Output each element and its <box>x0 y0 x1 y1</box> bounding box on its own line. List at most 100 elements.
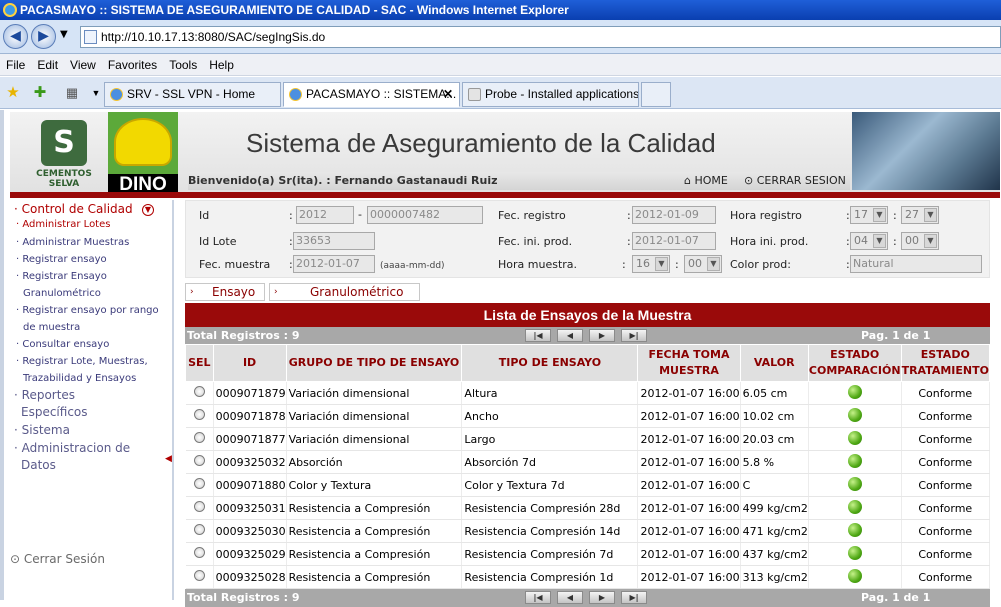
green-status-icon <box>847 568 862 583</box>
menu-help[interactable]: Help <box>203 54 240 76</box>
row-select[interactable] <box>185 496 214 520</box>
url-input[interactable]: http://10.10.17.13:8080/SAC/segIngSis.do <box>80 26 1001 48</box>
sample-form: Id : 2012 - 0000007482 Fec. registro : 2… <box>185 200 990 278</box>
menu-view[interactable]: View <box>64 54 102 76</box>
last-page-button[interactable]: ▶| <box>621 329 647 342</box>
quick-tabs-icon[interactable]: ▦ <box>62 83 82 103</box>
tab-pacasmayo[interactable]: PACASMAYO :: SISTEMA... ✕ <box>283 82 460 107</box>
cell-grupo: Resistencia a Compresión <box>286 542 463 566</box>
radio-button[interactable] <box>193 409 205 420</box>
tab-probe[interactable]: Probe - Installed applications <box>462 82 639 107</box>
sidebar-sistema[interactable]: · Sistema <box>14 423 70 437</box>
sidebar-item-registrar-lote[interactable]: · Registrar Lote, Muestras, <box>16 353 148 370</box>
first-page-button[interactable]: |◀ <box>525 329 551 342</box>
logout-link[interactable]: ⊙ CERRAR SESION <box>744 172 846 190</box>
sidebar-item-registrar-granulometrico-cont[interactable]: Granulométrico <box>23 285 101 302</box>
table-row[interactable]: 0009071877 Variación dimensional Largo 2012… <box>185 427 991 451</box>
sidebar-item-registrar-lote-cont[interactable]: Trazabilidad y Ensayos <box>23 370 136 387</box>
ie-page-icon <box>110 88 123 101</box>
last-page-button[interactable]: ▶| <box>621 591 647 604</box>
sidebar-item-registrar-ensayo[interactable]: · Registrar ensayo <box>16 251 107 268</box>
sidebar-reportes-cont[interactable]: Específicos <box>21 405 88 419</box>
radio-button[interactable] <box>193 455 205 466</box>
tab-granulometrico[interactable]: › Granulométrico <box>269 283 420 301</box>
forward-button[interactable]: ▶ <box>31 24 56 49</box>
first-page-button[interactable]: |◀ <box>525 591 551 604</box>
menu-tools[interactable]: Tools <box>163 54 203 76</box>
prev-page-button[interactable]: ◀ <box>557 329 583 342</box>
table-row[interactable]: 0009325032 Absorción Absorción 7d 2012-01-0… <box>185 450 991 474</box>
table-row[interactable]: 0009325028 Resistencia a Compresión Resist… <box>185 565 991 589</box>
sidebar-item-registrar-rango[interactable]: · Registrar ensayo por rango <box>16 302 159 319</box>
menu-favorites[interactable]: Favorites <box>102 54 163 76</box>
sidebar-item-administrar-lotes[interactable]: · Administrar Lotes <box>16 216 110 233</box>
cell-tipo: Resistencia Compresión 1d <box>461 565 639 589</box>
tab-list-dropdown-icon[interactable]: ▼ <box>86 83 106 103</box>
cell-id: 0009325030 <box>213 519 287 543</box>
cell-estado-comparacion <box>808 473 902 497</box>
history-dropdown-icon[interactable]: ▼ <box>60 29 68 40</box>
hora-ini-m-select[interactable]: 00 ▼ <box>901 232 939 250</box>
row-select[interactable] <box>185 565 214 589</box>
next-page-button[interactable]: ▶ <box>589 329 615 342</box>
cell-grupo: Resistencia a Compresión <box>286 496 463 520</box>
radio-button[interactable] <box>193 501 205 512</box>
sidebar-item-registrar-rango-cont[interactable]: de muestra <box>23 319 80 336</box>
table-row[interactable]: 0009325031 Resistencia a Compresión Resist… <box>185 496 991 520</box>
hora-muestra-h-select[interactable]: 16 ▼ <box>632 255 670 273</box>
table-row[interactable]: 0009071878 Variación dimensional Ancho 2012… <box>185 404 991 428</box>
radio-button[interactable] <box>193 524 205 535</box>
row-select[interactable] <box>185 404 214 428</box>
radio-button[interactable] <box>193 478 205 489</box>
radio-button[interactable] <box>193 547 205 558</box>
row-select[interactable] <box>185 542 214 566</box>
sidebar-collapse-arrow-icon[interactable]: ◀ <box>165 454 172 464</box>
row-select[interactable] <box>185 473 214 497</box>
back-button[interactable]: ◀ <box>3 24 28 49</box>
radio-button[interactable] <box>193 386 205 397</box>
collapse-icon[interactable]: ▼ <box>142 204 154 216</box>
row-select[interactable] <box>185 381 214 405</box>
id-number-field[interactable]: 0000007482 <box>367 206 483 224</box>
fec-ini-field[interactable]: 2012-01-07 <box>632 232 716 250</box>
menu-edit[interactable]: Edit <box>31 54 64 76</box>
row-select[interactable] <box>185 450 214 474</box>
tab-srv-vpn[interactable]: SRV - SSL VPN - Home <box>104 82 281 107</box>
home-link[interactable]: ⌂ HOME <box>684 172 728 190</box>
table-row[interactable]: 0009325029 Resistencia a Compresión Resist… <box>185 542 991 566</box>
prev-page-button[interactable]: ◀ <box>557 591 583 604</box>
radio-button[interactable] <box>193 570 205 581</box>
row-select[interactable] <box>185 519 214 543</box>
color-field[interactable]: Natural <box>850 255 982 273</box>
table-row[interactable]: 0009071880 Color y Textura Color y Textura… <box>185 473 991 497</box>
cerrar-sesion-link[interactable]: ⊙ Cerrar Sesión <box>10 552 105 566</box>
sidebar-item-registrar-granulometrico[interactable]: · Registrar Ensayo <box>16 268 107 285</box>
hora-muestra-m-select[interactable]: 00 ▼ <box>684 255 722 273</box>
menu-file[interactable]: File <box>0 54 31 76</box>
row-select[interactable] <box>185 427 214 451</box>
hora-ini-h-select[interactable]: 04 ▼ <box>850 232 888 250</box>
close-tab-icon[interactable]: ✕ <box>443 83 453 106</box>
id-lote-field[interactable]: 33653 <box>293 232 375 250</box>
cell-id: 0009071880 <box>213 473 287 497</box>
new-tab-button[interactable] <box>641 82 671 107</box>
radio-button[interactable] <box>193 432 205 443</box>
sidebar-reportes[interactable]: · Reportes <box>14 388 75 402</box>
next-page-button[interactable]: ▶ <box>589 591 615 604</box>
table-row[interactable]: 0009071879 Variación dimensional Altura 201… <box>185 381 991 405</box>
id-year-field[interactable]: 2012 <box>296 206 354 224</box>
add-favorite-icon[interactable]: ✚ <box>30 83 50 103</box>
table-row[interactable]: 0009325030 Resistencia a Compresión Resist… <box>185 519 991 543</box>
sidebar-administracion[interactable]: · Administracion de <box>14 441 130 455</box>
favorites-star-icon[interactable]: ★ <box>3 83 23 103</box>
tab-ensayo[interactable]: › Ensayo <box>185 283 265 301</box>
sidebar-item-consultar-ensayo[interactable]: · Consultar ensayo <box>16 336 109 353</box>
sidebar-control-calidad[interactable]: · Control de Calidad <box>14 202 133 216</box>
sidebar-administracion-cont[interactable]: Datos <box>21 458 56 472</box>
hora-registro-h-select[interactable]: 17 ▼ <box>850 206 888 224</box>
sidebar-item-administrar-muestras[interactable]: · Administrar Muestras <box>16 234 129 251</box>
fec-registro-field[interactable]: 2012-01-09 <box>632 206 716 224</box>
hora-registro-m-select[interactable]: 27 ▼ <box>901 206 939 224</box>
chevron-down-icon: ▼ <box>924 234 937 248</box>
fec-muestra-field[interactable]: 2012-01-07 <box>293 255 375 273</box>
